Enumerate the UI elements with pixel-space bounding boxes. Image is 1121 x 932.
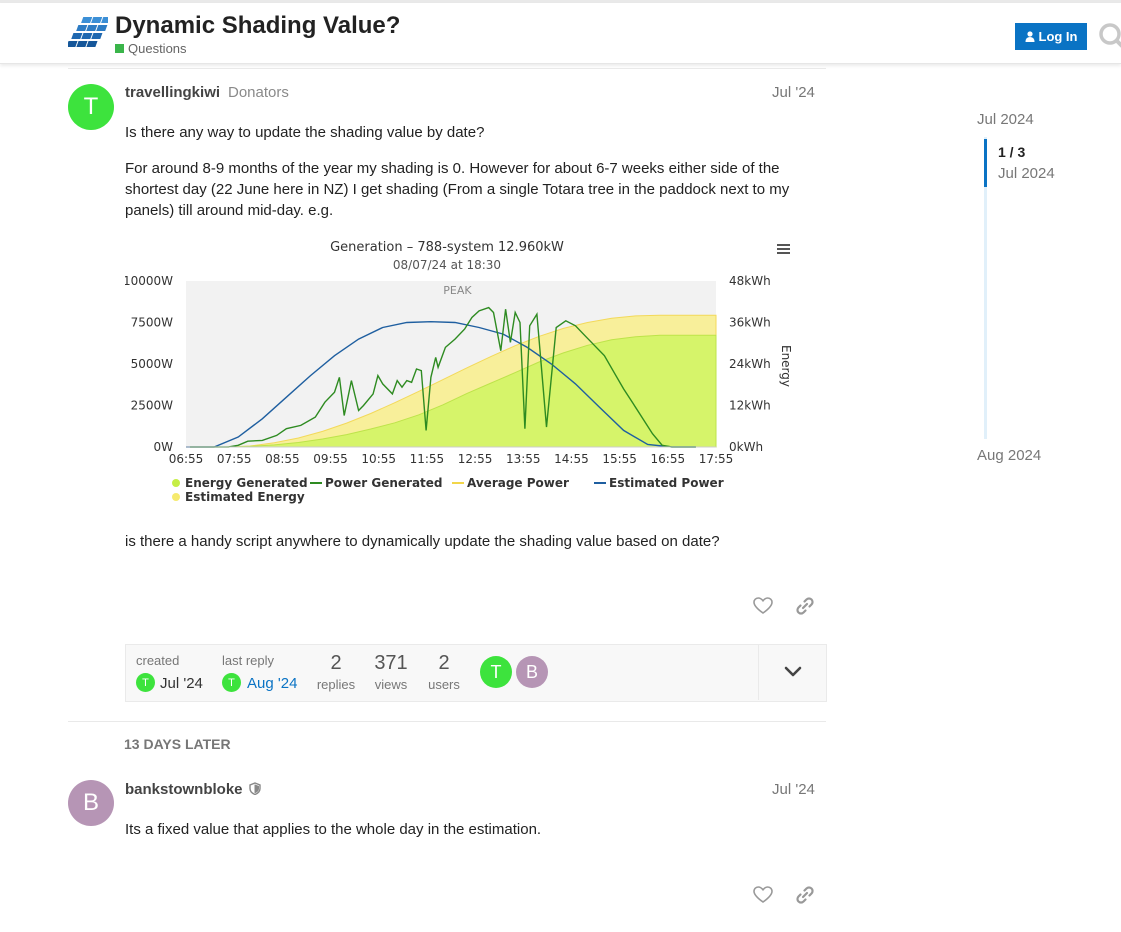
expand-topic-map-button[interactable] [758, 644, 826, 700]
search-icon[interactable] [1097, 21, 1121, 51]
post-paragraph: Its a fixed value that applies to the wh… [125, 821, 542, 838]
chart-svg: Generation – 788-system 12.960kW 08/07/24… [125, 240, 793, 504]
legend-item-label: Energy Generated [185, 476, 308, 490]
category-badge[interactable]: Questions [115, 41, 187, 56]
y-right-tick-label: 36kWh [729, 316, 771, 330]
last-reply-avatar[interactable]: T [222, 673, 241, 692]
login-button[interactable]: Log In [1015, 23, 1087, 50]
solar-panel-logo-icon[interactable] [68, 15, 108, 49]
y-right-tick-label: 48kWh [729, 274, 771, 288]
heart-icon[interactable] [752, 884, 774, 906]
y-left-tick-label: 10000W [125, 274, 173, 288]
category-name: Questions [128, 41, 187, 56]
chevron-down-icon [784, 666, 802, 677]
timeline-start-date[interactable]: Jul 2024 [977, 111, 1034, 128]
post-paragraph-2: For around 8-9 months of the year my sha… [125, 160, 790, 219]
last-reply-label: last reply [222, 653, 275, 668]
timeline-end-date[interactable]: Aug 2024 [977, 447, 1041, 464]
x-tick-label: 07:55 [217, 452, 252, 466]
timeline-scroll-handle[interactable] [984, 139, 987, 187]
user-group[interactable]: Donators [228, 84, 289, 101]
post-divider [68, 721, 826, 722]
created-date[interactable]: Jul '24 [160, 675, 203, 692]
x-tick-label: 06:55 [169, 452, 204, 466]
time-gap-notice: 13 DAYS LATER [124, 736, 231, 752]
views-label: views [374, 677, 408, 692]
x-tick-label: 15:55 [602, 452, 637, 466]
chart-menu-icon [777, 252, 790, 254]
y-right-tick-label: 12kWh [729, 399, 771, 413]
participant-letter: B [525, 661, 538, 682]
header: Dynamic Shading Value? Questions Log In [0, 3, 1121, 64]
plot-band-label: PEAK [443, 284, 472, 297]
legend-item-label: Estimated Power [609, 476, 724, 490]
created-avatar[interactable]: T [136, 673, 155, 692]
last-reply-date[interactable]: Aug '24 [247, 675, 297, 692]
timeline-position: 1 / 3 [998, 144, 1026, 160]
participant-letter: T [490, 661, 502, 682]
legend-item-label: Power Generated [325, 476, 443, 490]
x-tick-label: 16:55 [651, 452, 686, 466]
x-tick-label: 08:55 [265, 452, 300, 466]
x-tick-label: 11:55 [410, 452, 445, 466]
post-paragraph-1: Is there any way to update the shading v… [125, 124, 485, 141]
chart-subtitle: 08/07/24 at 18:30 [393, 258, 501, 272]
generation-chart: Generation – 788-system 12.960kW 08/07/24… [125, 236, 805, 516]
login-label: Log In [1038, 29, 1078, 44]
participant-avatar-t[interactable]: T [480, 656, 512, 688]
chart-menu-icon [777, 248, 790, 250]
y-right-tick-label: 0kWh [729, 440, 763, 454]
legend-marker [172, 493, 180, 501]
x-tick-label: 14:55 [554, 452, 589, 466]
x-tick-label: 10:55 [361, 452, 396, 466]
y-right-tick-label: 24kWh [729, 357, 771, 371]
x-tick-label: 09:55 [313, 452, 348, 466]
created-avatar-letter: T [142, 676, 149, 689]
topic-title[interactable]: Dynamic Shading Value? [115, 12, 400, 40]
post-date[interactable]: Jul '24 [772, 781, 815, 798]
post-date[interactable]: Jul '24 [772, 84, 815, 101]
users-count: 2 [438, 652, 450, 674]
avatar-bankstownbloke[interactable]: B [68, 780, 114, 826]
last-reply-avatar-letter: T [228, 676, 235, 689]
avatar-letter: B [82, 789, 99, 816]
x-tick-label: 17:55 [699, 452, 734, 466]
legend-item-label: Average Power [467, 476, 569, 490]
link-icon[interactable] [794, 884, 816, 906]
user-icon [1025, 31, 1034, 42]
y-left-tick-label: 7500W [131, 316, 174, 330]
username[interactable]: travellingkiwi [125, 84, 220, 101]
topic-top-divider [68, 68, 826, 69]
participant-avatar-b[interactable]: B [516, 656, 548, 688]
link-icon[interactable] [794, 595, 816, 617]
legend-item-label: Estimated Energy [185, 490, 305, 504]
post-paragraph-3: is there a handy script anywhere to dyna… [125, 533, 720, 550]
category-color-square [115, 44, 124, 53]
legend-marker [172, 479, 180, 487]
avatar-letter: T [83, 93, 99, 120]
chart-title: Generation – 788-system 12.960kW [330, 240, 564, 255]
x-tick-label: 12:55 [458, 452, 493, 466]
heart-icon[interactable] [752, 595, 774, 617]
y-left-tick-label: 5000W [131, 357, 174, 371]
avatar-travellingkiwi[interactable]: T [68, 84, 114, 130]
replies-label: replies [316, 677, 356, 692]
timeline-position-date: Jul 2024 [998, 165, 1055, 182]
replies-count: 2 [330, 652, 342, 674]
y-right-axis-label: Energy [779, 345, 793, 387]
username[interactable]: bankstownbloke [125, 781, 261, 798]
created-label: created [136, 653, 180, 668]
users-label: users [428, 677, 460, 692]
x-tick-label: 13:55 [506, 452, 541, 466]
username-text: bankstownbloke [125, 781, 243, 798]
views-count: 371 [374, 652, 408, 674]
chart-menu-icon [777, 244, 790, 246]
y-left-tick-label: 2500W [131, 399, 174, 413]
moderator-shield-icon [249, 782, 261, 796]
